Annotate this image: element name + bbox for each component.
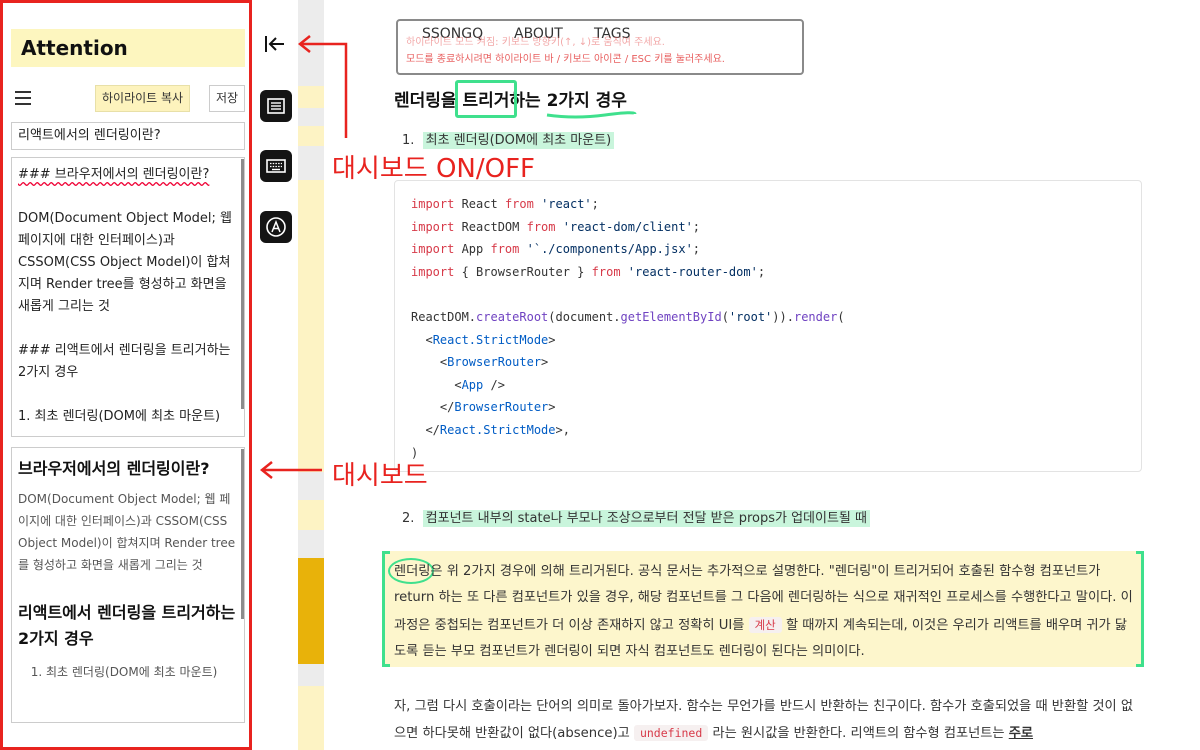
dashboard-title: Attention [11, 29, 245, 67]
code-line: import React from 'react'; [411, 197, 599, 211]
highlight-bar-segment[interactable] [298, 686, 324, 750]
dashboard-panel: Attention 하이라이트 복사 저장 리액트에서의 렌더링이란? ### … [0, 0, 252, 750]
list-item-2: 2. 컴포넌트 내부의 state나 부모나 조상으로부터 전달 받은 prop… [402, 507, 870, 527]
article-paragraph: 자, 그럼 다시 호출이라는 단어의 의미로 돌아가보자. 함수는 무언가를 반… [394, 699, 1133, 742]
collapse-sidebar-icon[interactable] [262, 34, 288, 54]
markdown-preview: 브라우저에서의 렌더링이란? DOM(Document Object Model… [11, 447, 245, 723]
preview-heading: 리액트에서 렌더링을 트리거하는 2가지 경우 [18, 603, 236, 648]
dashboard-toolbar: 하이라이트 복사 저장 [11, 85, 247, 113]
code-line: import App from '`./components/App.jsx'; [411, 242, 701, 257]
highlight-bar[interactable] [298, 0, 324, 750]
inline-code: 계산 [748, 616, 782, 633]
preview-paragraph: DOM(Document Object Model; 웹 페이지에 대한 인터페… [18, 492, 236, 572]
preview-list: 최초 렌더링(DOM에 최초 마운트) [46, 662, 238, 682]
preview-scrollbar[interactable] [241, 449, 244, 619]
highlight-mode-exit-hint: 모드를 종료하시려면 하이라이트 바 / 키보드 아이콘 / ESC 키를 눌러… [406, 54, 725, 65]
preview-list-item: 최초 렌더링(DOM에 최초 마운트) [46, 662, 238, 682]
annotation-dashboard: 대시보드 [332, 461, 428, 491]
highlight-mode-icon[interactable] [260, 211, 292, 243]
editor-scrollbar[interactable] [241, 159, 244, 409]
copy-highlight-button[interactable]: 하이라이트 복사 [95, 85, 191, 112]
code-line: import { BrowserRouter } from 'react-rou… [411, 264, 766, 279]
keyboard-icon[interactable] [260, 150, 292, 182]
highlight-marker-box [455, 80, 517, 118]
highlight-bar-segment[interactable] [298, 126, 324, 146]
code-line: <React.StrictMode> [411, 332, 556, 347]
menu-icon[interactable] [15, 91, 31, 105]
markdown-line: 1. 최초 렌더링(DOM에 최초 마운트) [18, 409, 221, 424]
annotation-dashboard-toggle: 대시보드 ON/OFF [332, 154, 535, 184]
highlight-bar-active-segment[interactable] [298, 558, 324, 664]
page-title-input[interactable]: 리액트에서의 렌더링이란? [11, 122, 245, 150]
highlight-marker-underline [546, 111, 637, 119]
preview-heading: 브라우저에서의 렌더링이란? [18, 459, 210, 478]
code-line: <BrowserRouter> [411, 355, 549, 370]
code-block: import React from 'react'; import ReactD… [394, 180, 1142, 472]
code-line: </React.StrictMode>, [411, 422, 570, 437]
markdown-line: DOM(Document Object Model; 웹 페이지에 대한 인터페… [18, 211, 232, 314]
code-line: import ReactDOM from 'react-dom/client'; [411, 219, 701, 234]
highlight-bar-segment[interactable] [298, 180, 324, 472]
highlight-mode-hint: 하이라이트 모드 켜짐: 키보드 방향키(↑, ↓)로 움직여 주세요. [406, 37, 665, 48]
code-line: <App /> [411, 377, 505, 392]
code-line: ReactDOM.createRoot(document.getElementB… [411, 309, 845, 324]
dashboard-icon[interactable] [260, 90, 292, 122]
markdown-editor[interactable]: ### 브라우저에서의 렌더링이란? DOM(Document Object M… [11, 157, 245, 437]
highlight-bar-segment[interactable] [298, 500, 324, 530]
list-item-1: 1. 최초 렌더링(DOM에 최초 마운트) [402, 129, 615, 149]
markdown-line: ### 브라우저에서의 렌더링이란? [18, 167, 210, 182]
inline-code: undefined [633, 725, 709, 742]
save-button[interactable]: 저장 [209, 85, 246, 112]
highlight-bar-segment[interactable] [298, 86, 324, 108]
code-line: </BrowserRouter> [411, 400, 556, 415]
markdown-line: ### 리액트에서 렌더링을 트리거하는 2가지 경우 [18, 343, 231, 380]
top-nav: SSONGQ ABOUT TAGS 하이라이트 모드 켜짐: 키보드 방향키(↑… [396, 19, 804, 75]
highlighted-paragraph: 렌더링은 위 2가지 경우에 의해 트리거된다. 공식 문서는 추가적으로 설명… [394, 564, 1133, 660]
